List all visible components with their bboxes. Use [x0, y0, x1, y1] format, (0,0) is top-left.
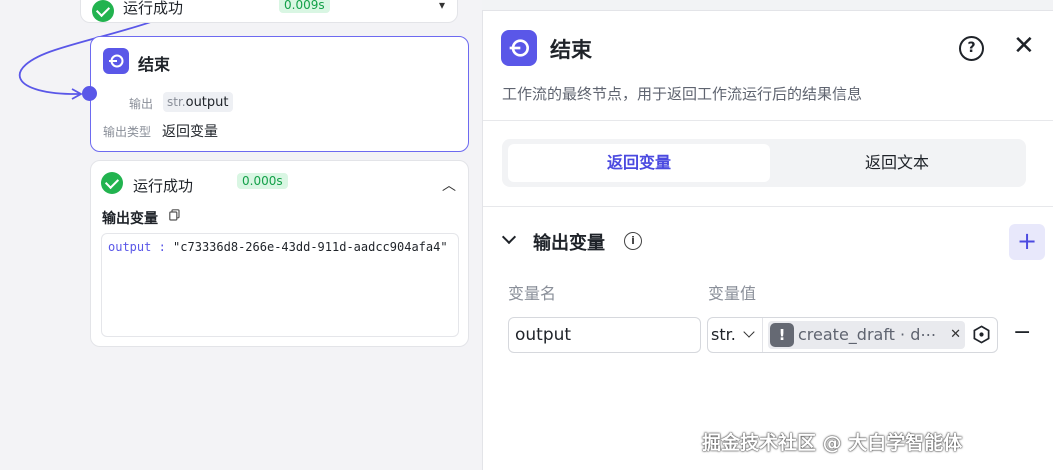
return-mode-tabs: 返回变量 返回文本 — [502, 139, 1026, 187]
run-time-badge: 0.000s — [237, 173, 288, 189]
output-json-box[interactable]: output : "c73336d8-266e-43dd-911d-aadcc9… — [101, 233, 459, 337]
output-label: 输出 — [129, 97, 154, 111]
chevron-down-icon[interactable] — [501, 229, 517, 245]
previous-node[interactable]: 运行成功 0.009s ▾ — [80, 0, 458, 23]
type-select-label: str. — [711, 325, 736, 344]
section-title: 输出变量 — [533, 233, 605, 254]
panel-title: 结束 — [550, 38, 592, 62]
run-status-label: 运行成功 — [133, 177, 194, 195]
chevron-up-icon[interactable]: ︿ — [442, 175, 456, 195]
run-time-badge: 0.009s — [279, 0, 330, 13]
variable-name-input[interactable]: output — [508, 317, 701, 353]
remove-variable-button[interactable]: − — [1013, 321, 1031, 345]
output-variables-title: 输出变量 — [102, 211, 158, 227]
end-node-card[interactable]: 结束 输出 str.output 输出类型 返回变量 — [90, 36, 469, 152]
variable-picker-icon[interactable] — [972, 325, 991, 344]
warning-icon: ! — [770, 323, 794, 347]
clear-reference-icon[interactable]: ✕ — [950, 321, 961, 349]
check-circle-icon — [101, 172, 123, 194]
add-variable-button[interactable]: + — [1009, 224, 1045, 260]
close-icon[interactable]: ✕ — [1013, 33, 1035, 59]
variable-value-field[interactable]: str. ! create_draft · d⋯ ✕ — [707, 317, 998, 353]
type-select[interactable]: str. — [711, 318, 755, 352]
chevron-down-icon — [743, 326, 755, 338]
help-icon[interactable]: ? — [959, 36, 984, 61]
column-header-name: 变量名 — [508, 284, 557, 303]
panel-description: 工作流的最终节点，用于返回工作流运行后的结果信息 — [502, 85, 863, 103]
end-node-icon — [103, 48, 129, 74]
reference-text: create_draft · d⋯ — [798, 325, 937, 344]
run-result-card: 运行成功 0.000s ︿ 输出变量 output : "c73336d8-26… — [90, 160, 469, 347]
node-settings-panel: 结束 ? ✕ 工作流的最终节点，用于返回工作流运行后的结果信息 返回变量 返回文… — [482, 10, 1053, 470]
panel-header: 结束 ? ✕ 工作流的最终节点，用于返回工作流运行后的结果信息 — [483, 11, 1053, 121]
type-prefix: str. — [167, 95, 186, 109]
output-type-value: 返回变量 — [162, 124, 218, 140]
workflow-canvas[interactable]: 运行成功 0.009s ▾ 结束 输出 str.output 输出类型 返回变量… — [0, 0, 482, 470]
column-header-value: 变量值 — [708, 284, 757, 303]
info-icon[interactable]: i — [624, 232, 642, 250]
output-value: "c73336d8-266e-43dd-911d-aadcc904afa4" — [173, 240, 448, 254]
chevron-down-icon[interactable]: ▾ — [439, 0, 445, 12]
tab-return-text[interactable]: 返回文本 — [766, 144, 1028, 182]
input-port[interactable] — [82, 86, 97, 101]
output-type-label: 输出类型 — [103, 125, 152, 139]
end-node-icon — [501, 30, 537, 66]
output-name: output — [185, 95, 229, 110]
divider — [483, 206, 1053, 207]
copy-icon[interactable] — [169, 209, 180, 221]
output-separator: : — [151, 240, 174, 254]
output-key: output — [108, 240, 152, 254]
tab-return-variable[interactable]: 返回变量 — [508, 144, 770, 182]
watermark: 掘金技术社区 @ 大白学智能体 — [702, 432, 963, 454]
variable-reference-chip[interactable]: ! create_draft · d⋯ ✕ — [768, 321, 965, 349]
run-status-label: 运行成功 — [123, 0, 184, 17]
check-circle-icon — [92, 0, 114, 22]
divider — [762, 318, 763, 352]
end-node-title: 结束 — [138, 55, 171, 74]
output-variable-chip: str.output — [163, 92, 233, 112]
